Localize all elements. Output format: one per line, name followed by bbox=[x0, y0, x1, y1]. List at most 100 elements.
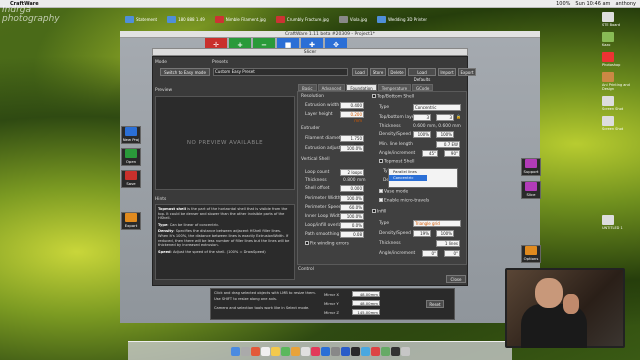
import-button[interactable]: Import bbox=[438, 68, 456, 76]
infill-thickness-field[interactable]: 1 lines bbox=[436, 240, 460, 247]
tab-advanced[interactable]: Advanced bbox=[317, 84, 346, 91]
close-button[interactable]: Close bbox=[446, 275, 466, 283]
app-icon[interactable] bbox=[370, 346, 380, 356]
dialog-title[interactable]: Slicer bbox=[152, 48, 468, 56]
new-project-button[interactable]: New Proj bbox=[121, 126, 141, 144]
desktop-file[interactable]: Kazo bbox=[602, 32, 636, 47]
infill-type-select[interactable]: Triangle grid bbox=[413, 220, 461, 227]
tab-basic[interactable]: Basic bbox=[298, 84, 317, 91]
clock[interactable]: Sun 10:46 am bbox=[575, 1, 610, 7]
topmost-type-dropdown[interactable]: Parallel lines Concentric bbox=[388, 168, 458, 188]
settings-icon[interactable] bbox=[330, 346, 340, 356]
reset-button[interactable]: Reset bbox=[426, 300, 444, 308]
battery-status[interactable]: 100% bbox=[556, 1, 570, 7]
tab-foundation[interactable]: Foundation bbox=[346, 84, 377, 91]
perimeter-width-field[interactable]: 100.0% bbox=[340, 195, 364, 202]
tab-gcode[interactable]: GCode bbox=[412, 84, 434, 91]
user-menu[interactable]: anthony bbox=[615, 1, 636, 7]
infill-checkbox[interactable]: Infill bbox=[372, 209, 386, 215]
save-button[interactable]: Save bbox=[121, 170, 141, 188]
export-preset-button[interactable]: Export bbox=[458, 68, 476, 76]
desktop-file[interactable]: 180 888 1.49 bbox=[167, 15, 205, 23]
folder-icon bbox=[125, 15, 134, 23]
inner-loop-width-field[interactable]: 100.0% bbox=[340, 213, 364, 220]
chrome-icon[interactable] bbox=[250, 346, 260, 356]
topbottom-shell-checkbox[interactable]: Top/Bottom Shell bbox=[372, 94, 414, 100]
mirror-y-field[interactable]: 48.00mm bbox=[352, 300, 380, 306]
safari-icon[interactable] bbox=[300, 346, 310, 356]
store-preset-button[interactable]: Store bbox=[370, 68, 386, 76]
fix-winding-checkbox[interactable]: Fix winding errors bbox=[305, 241, 349, 247]
open-button[interactable]: Open bbox=[121, 148, 141, 166]
photoshop-icon[interactable] bbox=[340, 346, 350, 356]
calendar-icon[interactable] bbox=[260, 346, 270, 356]
tab-temperature[interactable]: Temperature bbox=[377, 84, 412, 91]
desktop-file[interactable]: UNTITLED 1 bbox=[602, 215, 636, 230]
load-preset-button[interactable]: Load bbox=[352, 68, 368, 76]
infill-angle-label: Angle/increment bbox=[379, 251, 416, 256]
photos-icon[interactable] bbox=[290, 346, 300, 356]
loopinfill-overlap-field[interactable]: 0.0% bbox=[340, 222, 364, 229]
filament-diameter-field[interactable]: 1.750 mm bbox=[340, 135, 364, 147]
load-defaults-button[interactable]: Load Defaults bbox=[408, 68, 436, 82]
messages-icon[interactable] bbox=[280, 346, 290, 356]
desktop-file[interactable]: Nimble Filament.jpg bbox=[214, 15, 266, 23]
extrusion-adjust-field[interactable]: 100.0% bbox=[340, 145, 364, 152]
top-layers-field[interactable]: 3 bbox=[413, 114, 431, 121]
craftware-icon[interactable] bbox=[350, 346, 360, 356]
loop-count-field[interactable]: 2 loops bbox=[340, 169, 364, 176]
extrusion-width-field[interactable]: 0.400 mm bbox=[340, 102, 364, 114]
desktop-file[interactable]: Photoshop bbox=[602, 52, 636, 67]
app-icon[interactable] bbox=[380, 346, 390, 356]
layer-height-field[interactable]: 0.200 mm bbox=[340, 111, 364, 123]
options-button[interactable]: Options bbox=[521, 245, 541, 263]
bottom-layers-field[interactable]: 3 bbox=[436, 114, 454, 121]
desktop-file[interactable]: Ani Printing and Design bbox=[602, 72, 636, 91]
delete-preset-button[interactable]: Delete bbox=[388, 68, 406, 76]
infill-angle-field[interactable]: 0° bbox=[422, 250, 438, 257]
infill-speed-field[interactable]: 100% bbox=[436, 230, 454, 237]
desktop-file[interactable]: Viola.jpg bbox=[338, 15, 367, 23]
vase-mode-checkbox[interactable]: Vase mode bbox=[379, 189, 408, 195]
topmost-shell-checkbox[interactable]: Topmost Shell bbox=[379, 159, 415, 165]
tb-type-select[interactable]: Concentric bbox=[413, 104, 461, 111]
presenter-face bbox=[535, 278, 563, 308]
mirror-z-field[interactable]: 145.00mm bbox=[352, 309, 380, 315]
notes-icon[interactable] bbox=[270, 346, 280, 356]
desktop-file[interactable]: Wedding 3D Printer bbox=[377, 15, 427, 23]
desktop-file[interactable]: STE Board bbox=[602, 12, 636, 27]
desktop-file[interactable]: Statement bbox=[125, 15, 157, 23]
perimeter-speed-field[interactable]: 60.0% bbox=[340, 204, 364, 211]
slice-button[interactable]: Slice bbox=[521, 181, 541, 199]
path-smoothing-field[interactable]: 0.08 bbox=[340, 231, 364, 238]
micro-travels-checkbox[interactable]: Enable micro-travels bbox=[379, 198, 429, 204]
preset-select[interactable]: Custom Easy Preset bbox=[213, 68, 348, 76]
finder-icon[interactable] bbox=[230, 346, 240, 356]
app-window-title[interactable]: CraftWare 1.11 beta #20309 - Project1* bbox=[120, 31, 540, 38]
mirror-x-field[interactable]: 48.00mm bbox=[352, 291, 380, 297]
infill-density-field[interactable]: 19% bbox=[413, 230, 431, 237]
support-button[interactable]: Support bbox=[521, 158, 541, 176]
tb-speed-field[interactable]: 100% bbox=[436, 131, 454, 138]
tb-increment-field[interactable]: 90° bbox=[444, 150, 460, 157]
dropdown-option-concentric[interactable]: Concentric bbox=[389, 175, 427, 181]
shell-offset-field[interactable]: 0.000 mm bbox=[340, 185, 364, 197]
easy-mode-button[interactable]: Switch to Easy mode bbox=[160, 68, 210, 76]
lock-icon[interactable]: 🔒 bbox=[456, 114, 461, 119]
tb-angle-field[interactable]: 45° bbox=[422, 150, 438, 157]
music-icon[interactable] bbox=[310, 346, 320, 356]
min-line-field[interactable]: 0.7 EW bbox=[436, 141, 460, 148]
infill-increment-field[interactable]: 0° bbox=[444, 250, 460, 257]
desktop-file[interactable]: Screen Shot bbox=[602, 96, 636, 111]
tb-density-field[interactable]: 100% bbox=[413, 131, 431, 138]
loop-count-label: Loop count bbox=[305, 170, 330, 175]
desktop-file[interactable]: Crumbly Fracture.jpg bbox=[275, 15, 329, 23]
export-button[interactable]: Export bbox=[121, 212, 141, 230]
trash-icon[interactable] bbox=[400, 346, 410, 356]
desktop-file[interactable]: Screen Shot bbox=[602, 116, 636, 131]
skype-icon[interactable] bbox=[360, 346, 370, 356]
launchpad-icon[interactable] bbox=[240, 346, 250, 356]
infill-density-label: Density/Speed bbox=[379, 231, 411, 236]
terminal-icon[interactable] bbox=[390, 346, 400, 356]
app-store-icon[interactable] bbox=[320, 346, 330, 356]
